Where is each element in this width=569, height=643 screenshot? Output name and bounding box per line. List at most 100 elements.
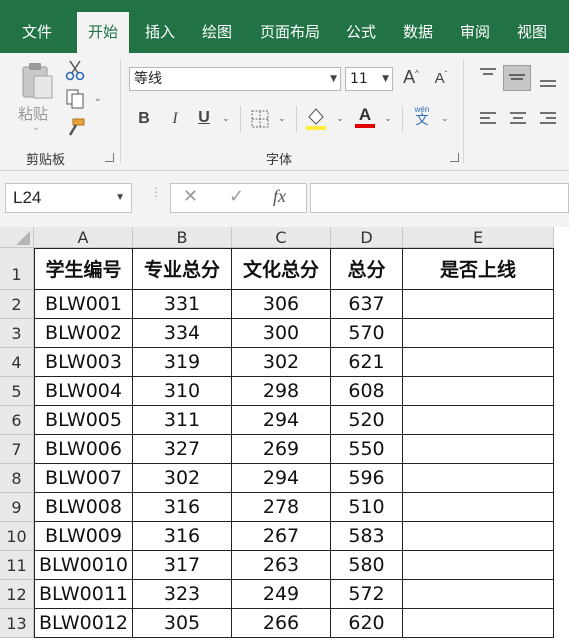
table-cell[interactable]: 583	[331, 522, 403, 551]
column-header-a[interactable]: A	[34, 227, 133, 248]
column-header-b[interactable]: B	[133, 227, 232, 248]
table-cell[interactable]: 572	[331, 580, 403, 609]
table-cell[interactable]: 510	[331, 493, 403, 522]
table-cell[interactable]: 317	[133, 551, 232, 580]
table-cell[interactable]: BLW0012	[34, 609, 133, 638]
row-header-4[interactable]: 4	[0, 348, 34, 377]
column-header-c[interactable]: C	[232, 227, 331, 248]
borders-dropdown-icon[interactable]: ⌄	[278, 113, 286, 124]
align-middle-button[interactable]	[503, 65, 531, 91]
table-cell[interactable]	[403, 435, 554, 464]
table-cell[interactable]: 550	[331, 435, 403, 464]
tab-review[interactable]: 审阅	[454, 14, 496, 53]
table-cell[interactable]: 596	[331, 464, 403, 493]
table-cell[interactable]	[403, 377, 554, 406]
table-cell[interactable]	[403, 551, 554, 580]
row-header-1[interactable]: 1	[0, 248, 34, 290]
table-cell[interactable]: 323	[133, 580, 232, 609]
table-header-cell[interactable]: 是否上线	[403, 248, 554, 290]
tab-page-layout[interactable]: 页面布局	[254, 14, 326, 53]
align-bottom-icon[interactable]	[538, 73, 558, 89]
row-header-6[interactable]: 6	[0, 406, 34, 435]
tab-home[interactable]: 开始	[77, 12, 129, 53]
cut-icon[interactable]	[64, 59, 86, 81]
column-header-e[interactable]: E	[403, 227, 554, 248]
paste-button[interactable]: 粘贴 ⌄	[14, 59, 58, 137]
row-header-3[interactable]: 3	[0, 319, 34, 348]
paste-dropdown-icon[interactable]: ⌄	[32, 123, 40, 133]
table-cell[interactable]	[403, 406, 554, 435]
insert-function-icon[interactable]: fx	[273, 186, 286, 207]
tab-view[interactable]: 视图	[511, 14, 553, 53]
table-cell[interactable]	[403, 319, 554, 348]
table-cell[interactable]: BLW009	[34, 522, 133, 551]
table-cell[interactable]: 305	[133, 609, 232, 638]
name-box[interactable]: L24 ▼	[5, 183, 132, 213]
table-cell[interactable]: 249	[232, 580, 331, 609]
table-cell[interactable]: 300	[232, 319, 331, 348]
table-cell[interactable]	[403, 522, 554, 551]
row-header-10[interactable]: 10	[0, 522, 34, 551]
table-cell[interactable]: 294	[232, 406, 331, 435]
table-header-cell[interactable]: 专业总分	[133, 248, 232, 290]
align-center-icon[interactable]	[508, 111, 528, 127]
table-cell[interactable]: BLW0010	[34, 551, 133, 580]
row-header-7[interactable]: 7	[0, 435, 34, 464]
table-cell[interactable]: 637	[331, 290, 403, 319]
table-cell[interactable]: 570	[331, 319, 403, 348]
tab-draw[interactable]: 绘图	[196, 14, 238, 53]
table-cell[interactable]	[403, 609, 554, 638]
table-cell[interactable]: 334	[133, 319, 232, 348]
tab-formulas[interactable]: 公式	[340, 14, 382, 53]
copy-dropdown-icon[interactable]: ⌄	[94, 93, 102, 104]
table-cell[interactable]: 316	[133, 522, 232, 551]
table-cell[interactable]: 621	[331, 348, 403, 377]
table-cell[interactable]: BLW003	[34, 348, 133, 377]
table-cell[interactable]	[403, 464, 554, 493]
row-header-9[interactable]: 9	[0, 493, 34, 522]
table-cell[interactable]: 310	[133, 377, 232, 406]
font-name-dropdown-icon[interactable]: ▼	[330, 68, 337, 90]
table-cell[interactable]: 269	[232, 435, 331, 464]
table-cell[interactable]: 278	[232, 493, 331, 522]
table-header-cell[interactable]: 学生编号	[34, 248, 133, 290]
name-box-dropdown-icon[interactable]: ▼	[115, 184, 125, 212]
align-top-icon[interactable]	[478, 67, 498, 83]
enter-icon[interactable]: ✓	[229, 186, 244, 207]
underline-button[interactable]: U	[195, 109, 213, 127]
table-cell[interactable]: 608	[331, 377, 403, 406]
phonetic-dropdown-icon[interactable]: ⌄	[441, 113, 449, 124]
tab-insert[interactable]: 插入	[139, 14, 181, 53]
table-cell[interactable]: BLW007	[34, 464, 133, 493]
font-name-combo[interactable]: 等线 ▼	[129, 67, 341, 91]
borders-icon[interactable]	[250, 109, 270, 129]
phonetic-guide-icon[interactable]: wén 文	[410, 105, 434, 126]
font-color-icon[interactable]: A	[354, 105, 376, 128]
table-cell[interactable]	[403, 493, 554, 522]
table-cell[interactable]: 520	[331, 406, 403, 435]
table-cell[interactable]: 263	[232, 551, 331, 580]
column-header-d[interactable]: D	[331, 227, 403, 248]
table-cell[interactable]: BLW004	[34, 377, 133, 406]
table-cell[interactable]: BLW005	[34, 406, 133, 435]
tab-data[interactable]: 数据	[397, 14, 439, 53]
table-cell[interactable]: 316	[133, 493, 232, 522]
table-cell[interactable]: 620	[331, 609, 403, 638]
fill-color-dropdown-icon[interactable]: ⌄	[336, 113, 344, 124]
table-cell[interactable]: 298	[232, 377, 331, 406]
table-cell[interactable]: 580	[331, 551, 403, 580]
table-cell[interactable]: 327	[133, 435, 232, 464]
row-header-13[interactable]: 13	[0, 609, 34, 638]
row-header-2[interactable]: 2	[0, 290, 34, 319]
table-cell[interactable]: 306	[232, 290, 331, 319]
table-cell[interactable]	[403, 580, 554, 609]
font-color-dropdown-icon[interactable]: ⌄	[384, 113, 392, 124]
row-header-5[interactable]: 5	[0, 377, 34, 406]
copy-icon[interactable]	[64, 88, 86, 110]
table-header-cell[interactable]: 总分	[331, 248, 403, 290]
underline-dropdown-icon[interactable]: ⌄	[222, 113, 230, 124]
table-cell[interactable]: BLW006	[34, 435, 133, 464]
fill-color-icon[interactable]	[304, 105, 328, 131]
grow-font-icon[interactable]: A^	[401, 67, 421, 88]
italic-button[interactable]: I	[166, 110, 184, 128]
